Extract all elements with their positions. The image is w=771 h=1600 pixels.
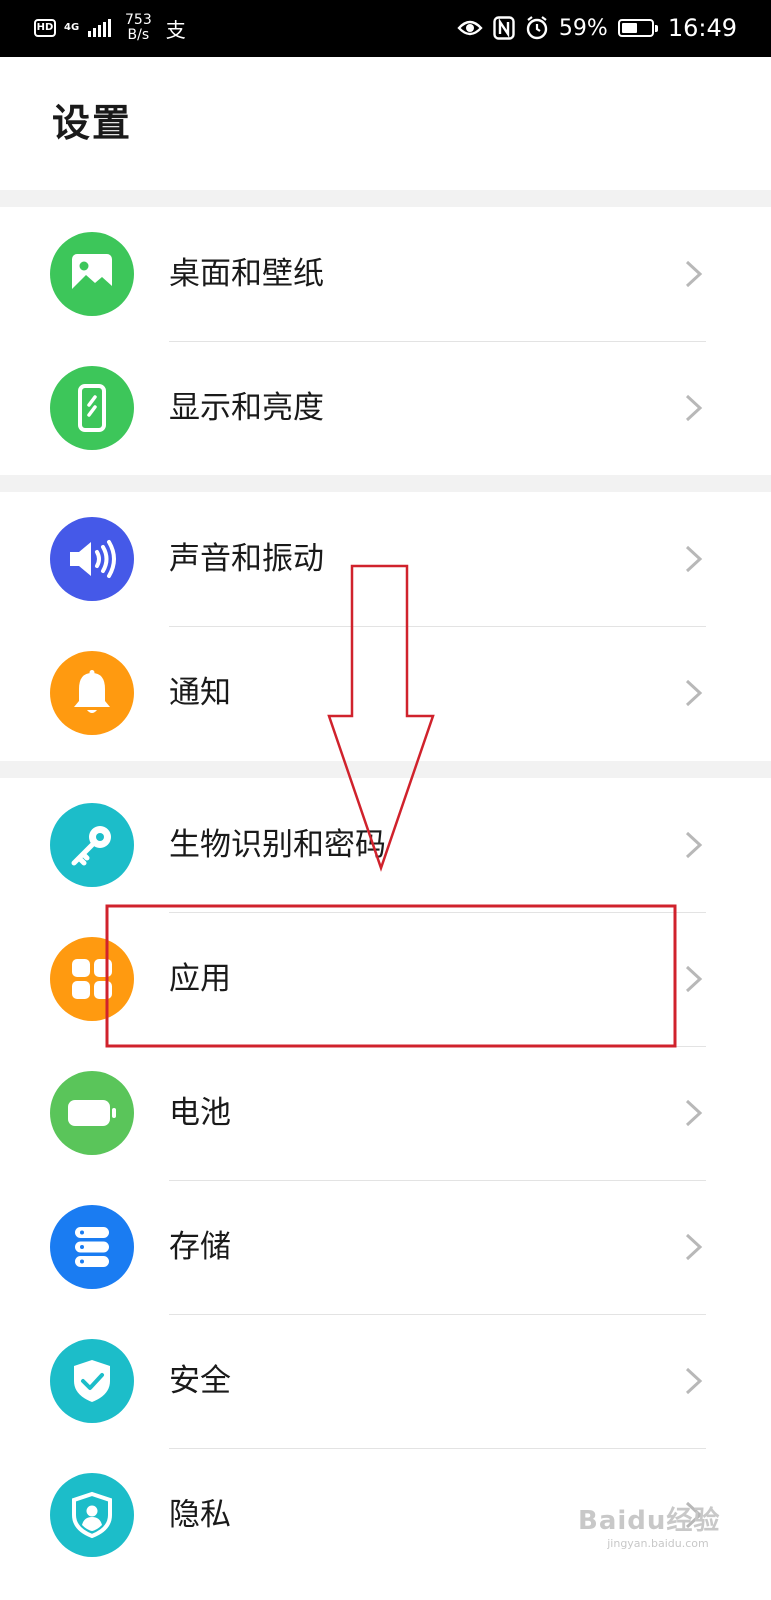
watermark: Baidu经验 jingyan.baidu.com <box>578 1500 738 1556</box>
watermark-logo: Baidu经验 <box>578 1506 721 1536</box>
watermark-url: jingyan.baidu.com <box>607 1537 709 1550</box>
annotation-arrow <box>327 564 435 872</box>
annotation-highlight-box <box>105 904 677 1048</box>
annotation-layer <box>105 564 677 1048</box>
